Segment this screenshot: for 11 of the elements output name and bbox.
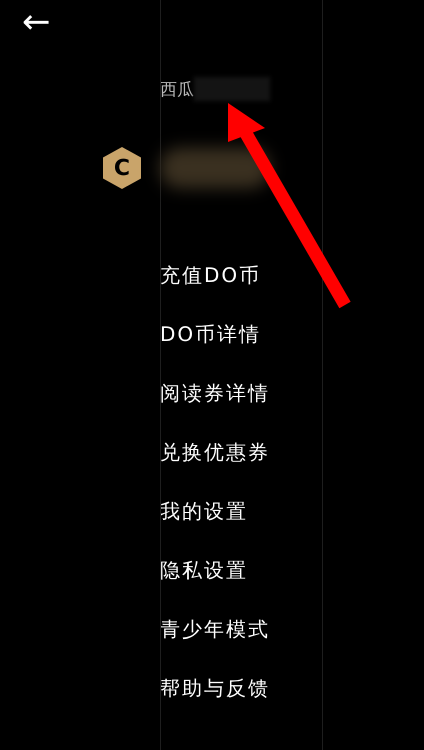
menu-item[interactable]: 兑换优惠券	[160, 436, 270, 468]
menu-item[interactable]: 帮助与反馈	[160, 672, 270, 704]
menu-item[interactable]: 隐私设置	[160, 554, 248, 586]
menu-item[interactable]: DO币详情	[160, 318, 262, 350]
menu-item[interactable]: 充值DO币	[160, 259, 262, 291]
menu-item[interactable]: 我的设置	[160, 495, 248, 527]
user-name: 西瓜	[160, 78, 194, 100]
menu-item[interactable]: 阅读券详情	[160, 377, 270, 409]
menu-item[interactable]: 青少年模式	[160, 613, 270, 645]
coin-icon: C	[103, 147, 141, 189]
back-button[interactable]: ←	[22, 7, 50, 37]
